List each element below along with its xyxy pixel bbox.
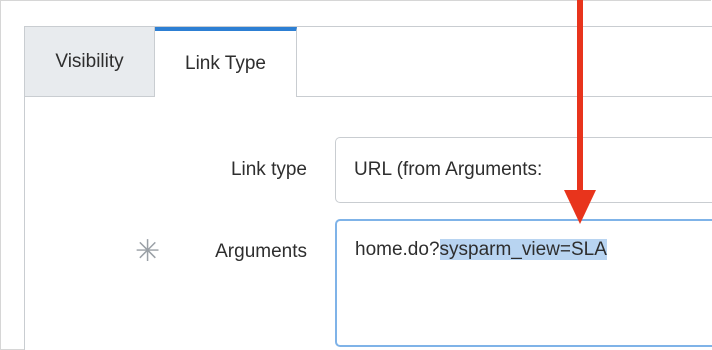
arguments-label: Arguments xyxy=(215,241,307,262)
tab-strip: Visibility Link Type xyxy=(25,27,712,97)
link-type-select-value: URL (from Arguments: xyxy=(354,159,543,180)
tab-strip-divider xyxy=(297,96,712,97)
tab-link-type[interactable]: Link Type xyxy=(155,27,297,97)
link-type-label: Link type xyxy=(230,159,307,180)
link-type-select[interactable]: URL (from Arguments: xyxy=(335,137,712,203)
tab-visibility[interactable]: Visibility xyxy=(25,27,155,97)
arguments-text-plain: home.do? xyxy=(355,239,440,260)
tab-link-type-label: Link Type xyxy=(185,53,266,74)
tab-visibility-label: Visibility xyxy=(55,50,124,72)
required-asterisk-icon: ✳ xyxy=(135,235,161,268)
arguments-text-selected: sysparm_view=SLA xyxy=(439,239,607,260)
arguments-textarea[interactable]: home.do?sysparm_view=SLA xyxy=(335,219,712,347)
form-section-panel: Visibility Link Type Link type URL (from… xyxy=(24,26,712,350)
form-screenshot: Visibility Link Type Link type URL (from… xyxy=(0,0,712,350)
